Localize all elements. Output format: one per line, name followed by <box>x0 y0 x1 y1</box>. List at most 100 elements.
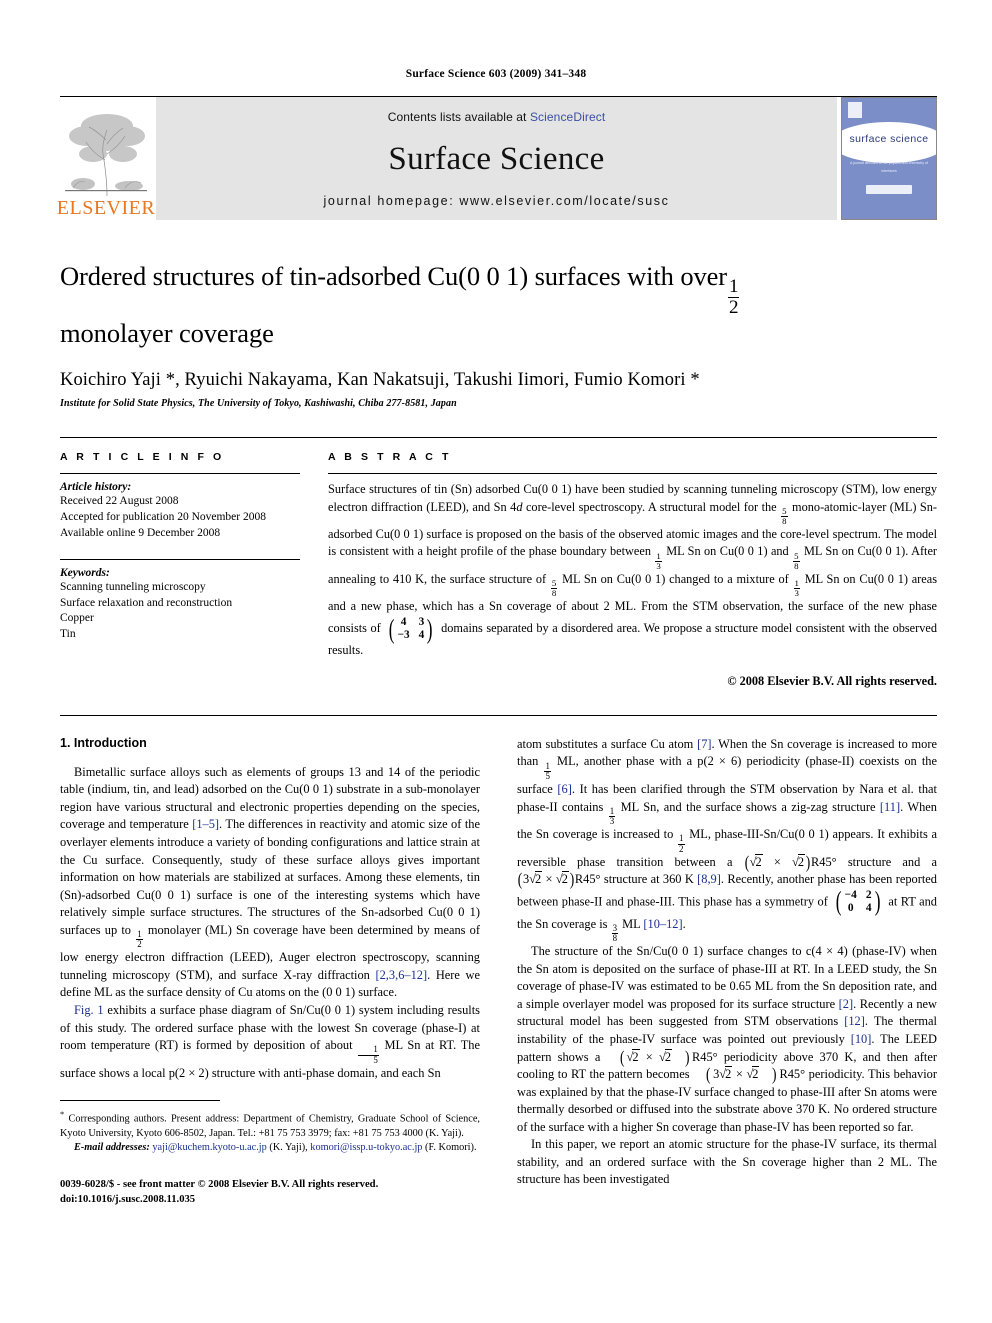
divider <box>60 473 300 475</box>
citation-link-12[interactable]: [12] <box>844 1014 865 1028</box>
para-seg: In this paper, we report an atomic struc… <box>517 1137 937 1187</box>
citation-link-2-3-6-12[interactable]: [2,3,6–12] <box>375 968 427 982</box>
sqrt2-x-sqrt2-r45: (√2 × √2)R45° <box>744 851 837 872</box>
citation-link-1-5[interactable]: [1–5] <box>192 817 219 831</box>
intro-paragraph-1: Bimetallic surface alloys such as elemen… <box>60 764 480 1002</box>
keywords-label: Keywords: <box>60 566 110 579</box>
matrix-cell: 4 <box>418 629 425 642</box>
para-seg: ML Sn, and the surface shows a zig-zag s… <box>616 799 880 814</box>
fraction-one-half: 12 <box>678 833 685 854</box>
masthead-banner: Contents lists available at ScienceDirec… <box>156 97 837 220</box>
author-list: Koichiro Yaji *, Ryuichi Nakayama, Kan N… <box>60 370 700 391</box>
doi-line[interactable]: doi:10.1016/j.susc.2008.11.035 <box>60 1192 480 1207</box>
citation-link-8-9[interactable]: [8,9] <box>697 872 721 886</box>
abstract-seg: ML Sn on Cu(0 0 1) changed to a mixture … <box>558 571 793 586</box>
footnote-seg: Corresponding authors. Present address: … <box>60 1113 480 1140</box>
cover-artwork: surface science A journal devoted to the… <box>842 98 936 219</box>
elsevier-logo: ELSEVIER <box>56 97 156 220</box>
fraction-five-eighths: 58 <box>550 578 558 599</box>
sqrt2-x-sqrt2-r45: (√2 × √2)R45° <box>619 1046 718 1067</box>
matrix-cell: 4 <box>865 902 872 915</box>
history-item: Accepted for publication 20 November 200… <box>60 510 266 523</box>
email-link-yaji[interactable]: yaji@kuchem.kyoto-u.ac.jp <box>152 1142 266 1153</box>
para-seg: . The differences in reactivity and atom… <box>60 817 480 937</box>
intro-paragraph-4: The structure of the Sn/Cu(0 0 1) surfac… <box>517 943 937 1136</box>
elsevier-wordmark: ELSEVIER <box>56 197 156 219</box>
cover-journal-title: surface science <box>849 133 929 146</box>
email-link-komori[interactable]: komori@issp.u-tokyo.ac.jp <box>310 1142 422 1153</box>
keyword-item: Tin <box>60 628 76 641</box>
email-label: E-mail addresses: <box>74 1142 150 1154</box>
keyword-item: Scanning tunneling microscopy <box>60 580 206 593</box>
title-line-1: Ordered structures of tin-adsorbed Cu(0 … <box>60 261 728 291</box>
cover-sciencedirect-badge <box>866 185 912 195</box>
fraction-five-eighths: 58 <box>793 550 800 571</box>
citation-link-11[interactable]: [11] <box>880 800 900 814</box>
contents-available-line: Contents lists available at ScienceDirec… <box>388 110 606 124</box>
footnote-seg: (K. Yaji), <box>266 1142 311 1154</box>
footnote-seg: (F. Komori). <box>422 1142 477 1154</box>
page-title: Ordered structures of tin-adsorbed Cu(0 … <box>60 260 932 351</box>
article-info-column: A R T I C L E I N F O Article history: R… <box>60 451 300 689</box>
history-item: Received 22 August 2008 <box>60 495 179 508</box>
fraction-one-half: 12 <box>136 929 143 950</box>
intro-paragraph-2: Fig. 1 exhibits a surface phase diagram … <box>60 1002 480 1082</box>
divider <box>328 473 937 475</box>
citation-link-10[interactable]: [10] <box>851 1032 872 1046</box>
title-line-2: monolayer coverage <box>60 318 274 349</box>
cover-elsevier-mark <box>848 102 862 118</box>
3sqrt2-x-sqrt2-r45: (3√2 × √2)R45° <box>517 869 601 890</box>
paper-page: Surface Science 603 (2009) 341–348 ELSEV… <box>0 0 992 1323</box>
issn-copyright-line: 0039-6028/$ - see front matter © 2008 El… <box>60 1178 379 1190</box>
right-column: atom substitutes a surface Cu atom [7]. … <box>517 736 937 1207</box>
figure-link-fig1[interactable]: Fig. 1 <box>74 1003 104 1017</box>
body-region: 1. Introduction Bimetallic surface alloy… <box>60 714 937 1207</box>
fraction-one-fifth: 15 <box>358 1045 379 1064</box>
cover-tagline: A journal devoted to the physics and che… <box>849 160 929 173</box>
divider <box>60 558 300 560</box>
sciencedirect-link[interactable]: ScienceDirect <box>530 110 605 124</box>
journal-cover-thumbnail[interactable]: surface science A journal devoted to the… <box>841 97 937 220</box>
imprint-block: 0039-6028/$ - see front matter © 2008 El… <box>60 1177 480 1207</box>
citation-link-7[interactable]: [7] <box>697 737 711 751</box>
left-column: 1. Introduction Bimetallic surface alloy… <box>60 736 480 1207</box>
matrix-cell: −4 <box>844 888 857 901</box>
matrix-cell: 4 <box>400 615 407 628</box>
abstract-column: A B S T R A C T Surface structures of ti… <box>328 451 937 689</box>
fraction-one-third: 13 <box>793 578 800 599</box>
title-block: Ordered structures of tin-adsorbed Cu(0 … <box>60 260 932 409</box>
matrix-4-3-minus3-4: (4 3 −3 4) <box>389 613 433 645</box>
fraction-one-fifth: 15 <box>544 760 551 781</box>
fraction-one-third: 13 <box>608 805 616 826</box>
citation-link-10-12[interactable]: [10–12] <box>643 917 682 931</box>
article-history-label: Article history: <box>60 481 132 494</box>
running-head: Surface Science 603 (2009) 341–348 <box>405 68 587 80</box>
fraction-three-eighths: 38 <box>611 923 619 944</box>
journal-masthead: ELSEVIER Contents lists available at Sci… <box>56 96 937 220</box>
keyword-item: Copper <box>60 612 94 625</box>
intro-paragraph-5: In this paper, we report an atomic struc… <box>517 1136 937 1189</box>
abstract-heading: A B S T R A C T <box>328 451 452 464</box>
contents-prefix: Contents lists available at <box>387 110 527 124</box>
3sqrt2-x-sqrt2-r45: (3√2 × √2)R45° <box>706 1064 806 1085</box>
section-heading-introduction: 1. Introduction <box>60 735 147 750</box>
fraction-five-eighths: 58 <box>781 505 788 526</box>
para-seg: structure at 360 K <box>600 872 698 887</box>
keyword-item: Surface relaxation and reconstruction <box>60 596 233 609</box>
matrix-minus4-2-0-4: (−4 2 0 4) <box>836 886 881 918</box>
citation-link-6[interactable]: [6] <box>557 782 571 796</box>
title-fraction-one-half: 12 <box>728 276 740 318</box>
abstract-seg: ML Sn on Cu(0 0 1) and <box>662 544 793 559</box>
copyright-line: © 2008 Elsevier B.V. All rights reserved… <box>727 673 937 688</box>
fraction-one-third: 13 <box>655 550 662 571</box>
journal-title: Surface Science <box>388 140 605 177</box>
affiliation: Institute for Solid State Physics, The U… <box>60 398 457 410</box>
citation-link-2[interactable]: [2] <box>839 997 853 1011</box>
abstract-seg: core-level spectroscopy. A structural mo… <box>522 499 781 514</box>
para-seg: structure and a <box>836 854 937 869</box>
journal-homepage-link[interactable]: journal homepage: www.elsevier.com/locat… <box>324 194 670 208</box>
keywords-block: Keywords: Scanning tunneling microscopy … <box>60 558 300 643</box>
footnote-corresponding-author: * Corresponding authors. Present address… <box>60 1108 480 1141</box>
para-seg: atom substitutes a surface Cu atom <box>517 736 698 751</box>
abstract-text: Surface structures of tin (Sn) adsorbed … <box>328 481 937 660</box>
